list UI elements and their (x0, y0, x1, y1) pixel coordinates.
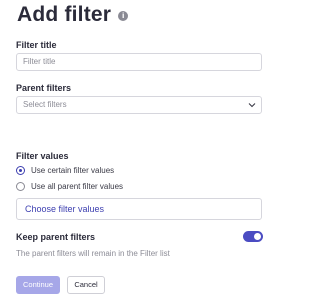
parent-filters-select[interactable]: Select filters (16, 96, 262, 114)
page-title: Add filter (17, 3, 112, 26)
title-row: Add filter i (17, 3, 129, 27)
filter-title-label: Filter title (16, 40, 57, 50)
continue-button[interactable]: Continue (16, 276, 60, 294)
filter-values-label: Filter values (16, 151, 69, 161)
radio-button-checked[interactable] (16, 166, 25, 175)
toggle-knob (254, 233, 261, 240)
keep-parent-hint: The parent filters will remain in the Fi… (16, 249, 170, 258)
radio-label: Use certain filter values (31, 166, 115, 175)
chevron-down-icon (248, 103, 256, 108)
filter-title-placeholder: Filter title (23, 57, 56, 66)
radio-use-certain[interactable]: Use certain filter values (16, 166, 114, 175)
radio-label: Use all parent filter values (31, 182, 124, 191)
keep-parent-label: Keep parent filters (16, 232, 96, 242)
info-icon[interactable]: i (118, 11, 129, 21)
radio-use-all[interactable]: Use all parent filter values (16, 182, 123, 191)
parent-filters-label: Parent filters (16, 83, 72, 93)
choose-filter-values-button[interactable]: Choose filter values (16, 198, 262, 220)
radio-button[interactable] (16, 182, 25, 191)
choose-filter-values-label: Choose filter values (25, 204, 105, 214)
filter-title-input[interactable]: Filter title (16, 53, 262, 71)
cancel-button[interactable]: Cancel (67, 276, 105, 294)
parent-filters-selected: Select filters (23, 100, 67, 109)
keep-parent-toggle[interactable] (243, 231, 263, 242)
